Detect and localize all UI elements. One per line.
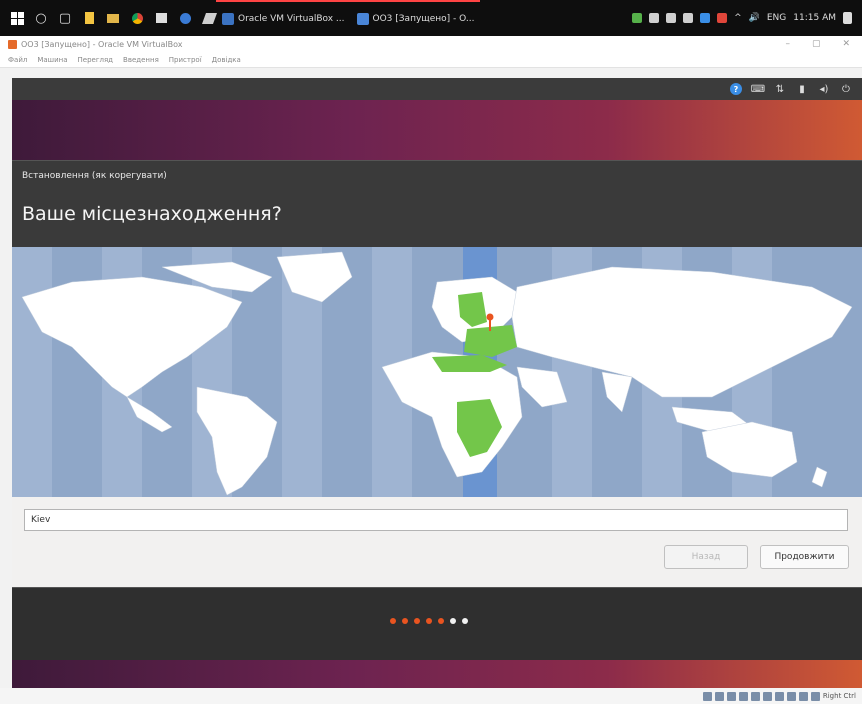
progress-dot xyxy=(438,618,444,624)
installer-header: Встановлення (як корегувати) Ваше місцез… xyxy=(12,160,862,247)
menu-devices[interactable]: Пристрої xyxy=(169,56,202,64)
store-icon[interactable] xyxy=(154,11,168,25)
continue-button[interactable]: Продовжити xyxy=(760,545,849,569)
shared-folder-icon[interactable] xyxy=(762,691,772,701)
keyboard-icon[interactable]: ⌨ xyxy=(751,83,765,95)
maximize-icon[interactable]: ▢ xyxy=(812,39,821,49)
progress-dot xyxy=(450,618,456,624)
browser-icon[interactable] xyxy=(178,11,192,25)
minimize-icon[interactable]: – xyxy=(785,39,790,49)
tray-expand-icon[interactable]: ^ xyxy=(734,13,742,23)
menu-machine[interactable]: Машина xyxy=(37,56,67,64)
taskbar-task-label: Oracle VM VirtualBox ... xyxy=(238,14,345,24)
display-icon[interactable] xyxy=(774,691,784,701)
world-map-icon xyxy=(12,247,853,497)
installer-subtitle: Встановлення (як корегувати) xyxy=(22,171,167,181)
menu-view[interactable]: Перегляд xyxy=(78,56,114,64)
virtualbox-icon xyxy=(222,13,234,25)
volume-icon[interactable]: 🔊 xyxy=(749,13,760,23)
tray-alert-icon[interactable] xyxy=(717,13,728,23)
progress-dots xyxy=(390,618,468,624)
installer-footer xyxy=(12,587,862,660)
ubuntu-top-panel: ? ⌨ ⇅ ▮ ◂) ⏻ xyxy=(12,78,862,100)
vbox-statusbar: Right Ctrl xyxy=(0,688,862,704)
ubuntu-banner xyxy=(12,100,862,160)
power-icon[interactable]: ⏻ xyxy=(840,83,852,95)
clock[interactable]: 11:15 AM xyxy=(793,13,836,23)
progress-dot xyxy=(426,618,432,624)
menu-file[interactable]: Файл xyxy=(8,56,27,64)
cpu-icon[interactable] xyxy=(798,691,808,701)
tray-cloud-icon[interactable] xyxy=(649,13,660,23)
usb-icon[interactable] xyxy=(750,691,760,701)
taskbar-task-label: OO3 [Запущено] - O... xyxy=(372,14,475,24)
tray-app-icon[interactable] xyxy=(632,13,643,23)
optical-drive-icon[interactable] xyxy=(714,691,724,701)
windows-start-icon[interactable] xyxy=(10,11,24,25)
window-title: OO3 [Запущено] - Oracle VM VirtualBox xyxy=(21,39,183,49)
menu-help[interactable]: Довідка xyxy=(212,56,241,64)
host-key-label: Right Ctrl xyxy=(822,692,856,700)
audio-icon[interactable] xyxy=(726,691,736,701)
sound-icon[interactable]: ◂) xyxy=(818,83,830,95)
mouse-integration-icon[interactable] xyxy=(810,691,820,701)
chrome-icon[interactable] xyxy=(130,11,144,25)
hdd-icon[interactable] xyxy=(702,691,712,701)
location-panel: Назад Продовжити xyxy=(12,497,862,587)
close-icon[interactable]: ✕ xyxy=(842,39,850,49)
vm-window-icon xyxy=(356,13,369,25)
taskbar-task-virtualbox[interactable]: Oracle VM VirtualBox ... xyxy=(216,0,351,36)
language-indicator[interactable]: ENG xyxy=(767,13,786,23)
sticky-notes-icon[interactable] xyxy=(82,11,96,25)
windows-taskbar: ○ ▢ Oracle VM VirtualBox ... OO3 [Запуще… xyxy=(0,0,862,36)
network-adapter-icon[interactable] xyxy=(738,691,748,701)
file-explorer-icon[interactable] xyxy=(106,11,120,25)
tray-device-icon[interactable] xyxy=(683,13,694,23)
task-view-icon[interactable]: ▢ xyxy=(58,11,72,26)
page-title: Ваше місцезнаходження? xyxy=(22,203,282,225)
vbox-titlebar: OO3 [Запущено] - Oracle VM VirtualBox – … xyxy=(0,36,862,52)
progress-dot xyxy=(462,618,468,624)
progress-dot xyxy=(402,618,408,624)
location-input[interactable] xyxy=(24,509,848,531)
back-button[interactable]: Назад xyxy=(664,545,748,569)
menu-input[interactable]: Введення xyxy=(123,56,159,64)
timezone-map[interactable] xyxy=(12,247,862,497)
virtualbox-app-icon xyxy=(8,39,17,49)
vbox-menubar: Файл Машина Перегляд Введення Пристрої Д… xyxy=(0,52,862,68)
network-icon[interactable]: ⇅ xyxy=(774,83,786,95)
notification-icon[interactable] xyxy=(843,12,852,24)
recording-icon[interactable] xyxy=(786,691,796,701)
guest-screen[interactable]: ? ⌨ ⇅ ▮ ◂) ⏻ Встановлення (як корегувати… xyxy=(12,78,862,688)
search-icon[interactable]: ○ xyxy=(34,11,48,26)
progress-dot xyxy=(390,618,396,624)
progress-dot xyxy=(414,618,420,624)
taskbar-task-vm[interactable]: OO3 [Запущено] - O... xyxy=(350,0,481,36)
ubuntu-bottom-banner xyxy=(12,660,862,688)
battery-icon[interactable]: ▮ xyxy=(796,83,808,95)
feather-icon[interactable] xyxy=(201,11,217,25)
accessibility-icon[interactable]: ? xyxy=(730,83,742,95)
tray-doc-icon[interactable] xyxy=(666,13,677,23)
tray-network-icon[interactable] xyxy=(700,13,711,23)
